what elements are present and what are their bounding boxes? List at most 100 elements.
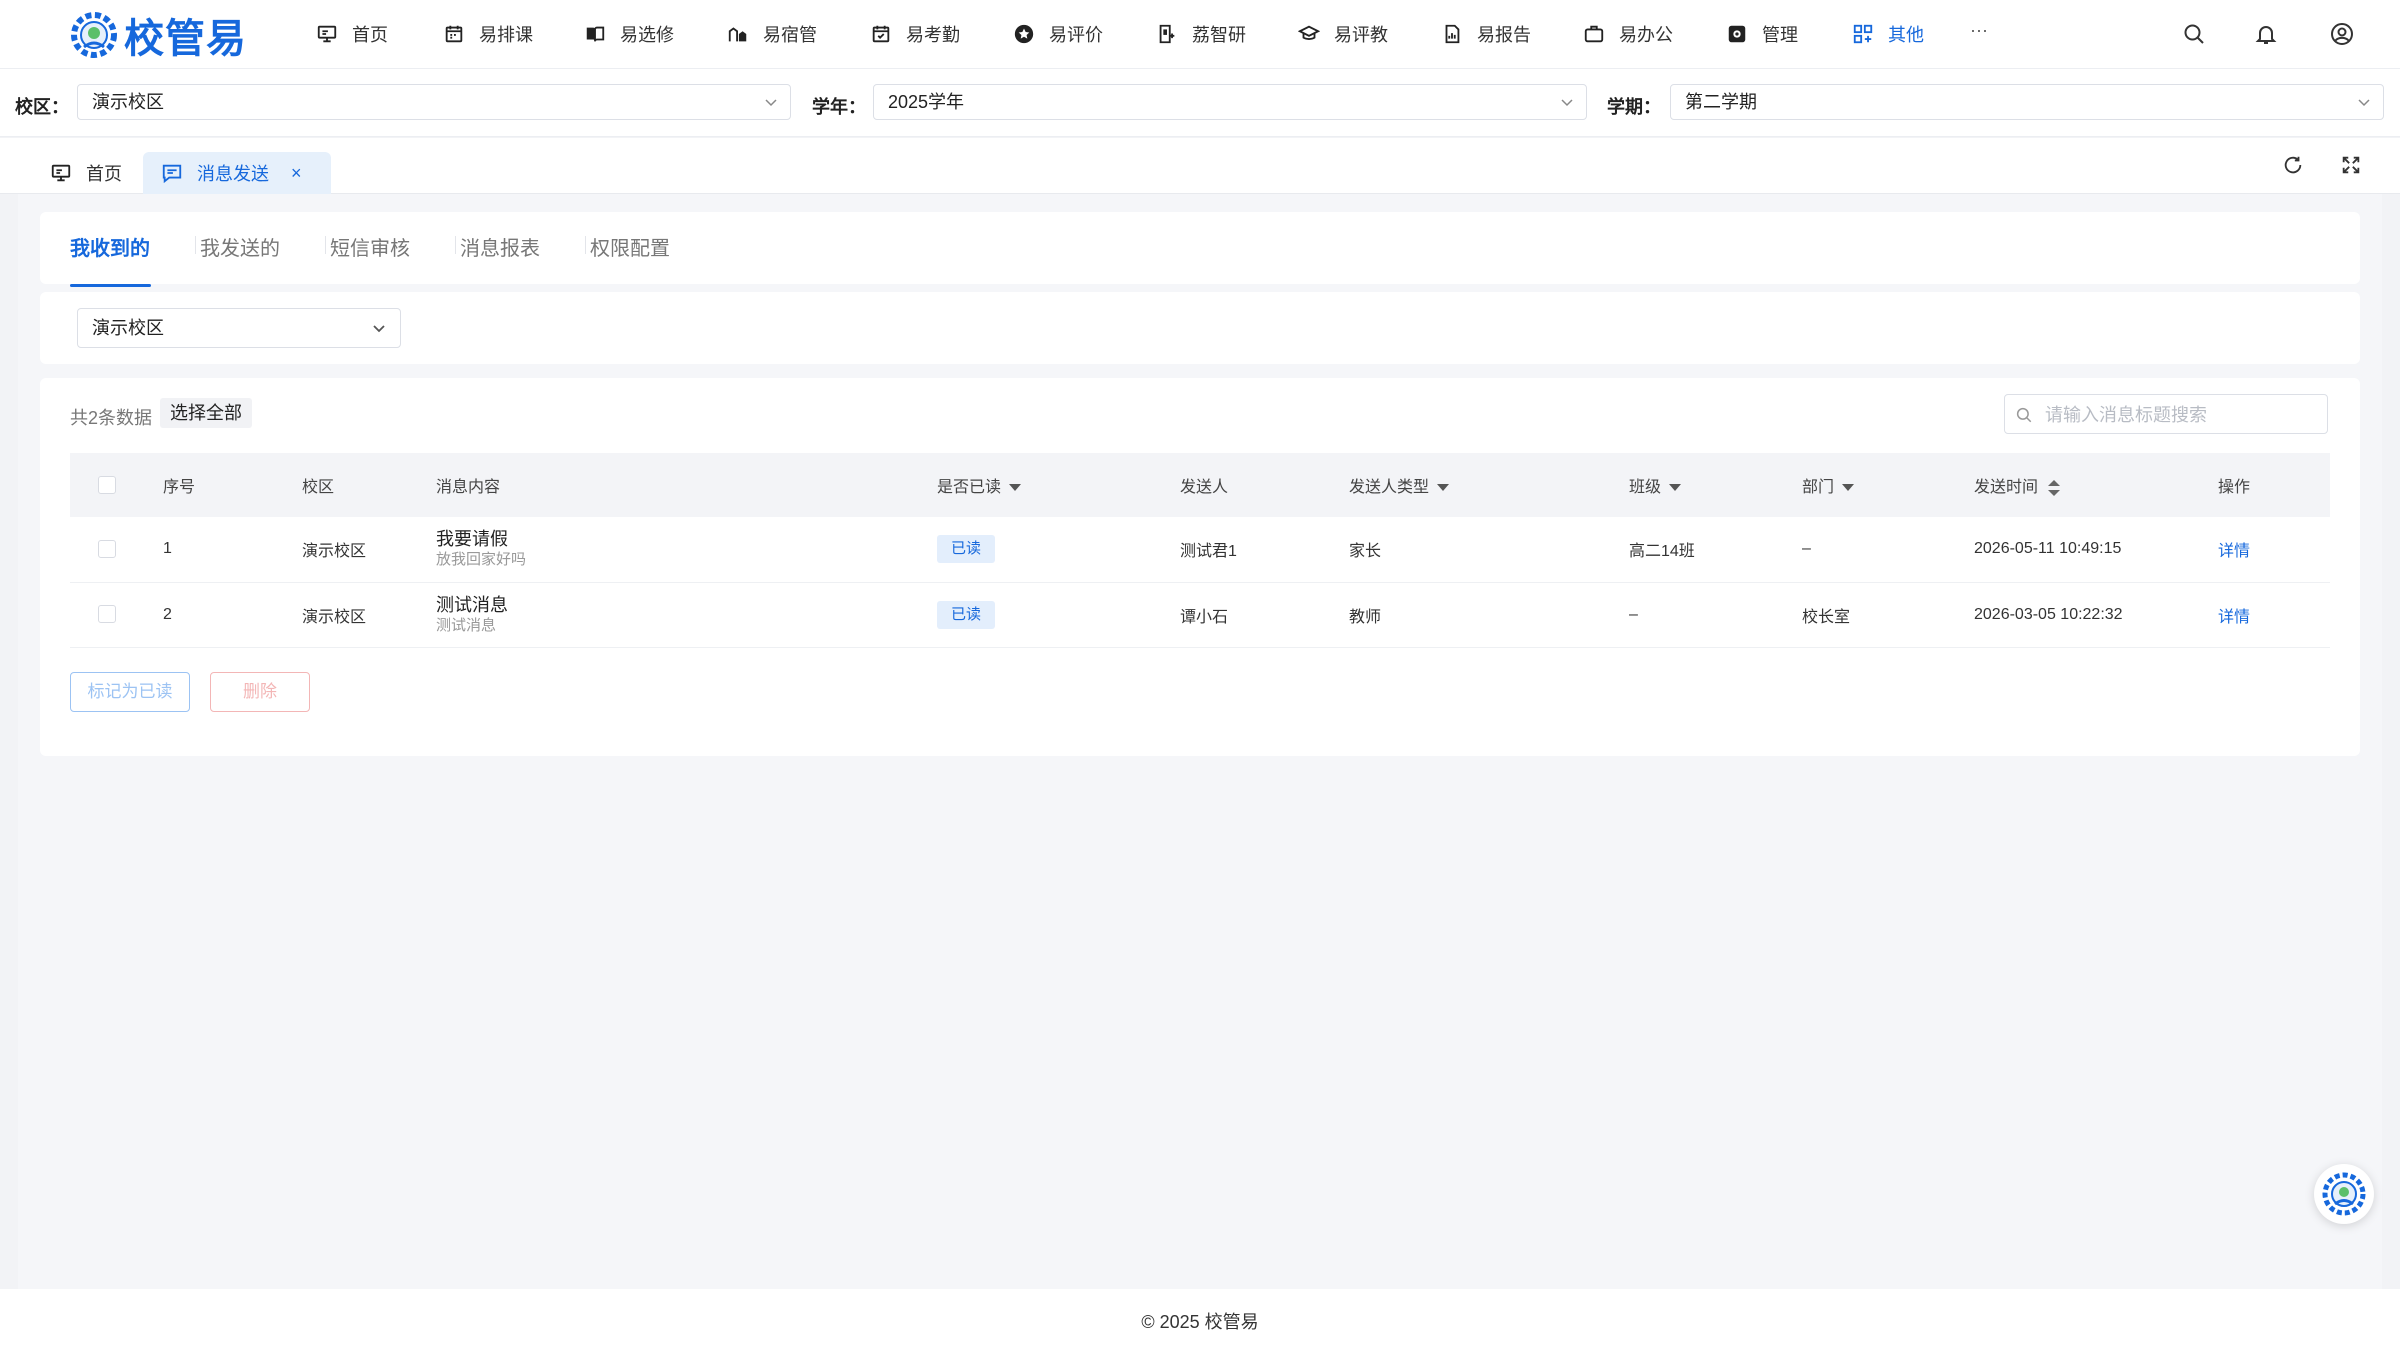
col-read[interactable]: 是否已读 [937,453,1180,517]
tab-sent[interactable]: 我发送的 [200,232,280,261]
nav-scheduling[interactable]: 易排课 [443,14,533,54]
monitor-icon [317,25,337,43]
nav-admin[interactable]: 管理 [1726,14,1798,54]
cell-sender: 谭小石 [1180,608,1229,626]
campus-filter-card: 演示校区 [40,292,2360,364]
nav-dorm[interactable]: 易宿管 [727,14,817,54]
nav-office[interactable]: 易办公 [1583,14,1673,54]
more-menu[interactable]: ··· [1970,20,1988,41]
detail-link[interactable]: 详情 [2218,543,2250,560]
cell-dept: 校长室 [1802,608,1851,626]
nav-electives[interactable]: 易选修 [584,14,674,54]
nav-report[interactable]: 易报告 [1441,14,1531,54]
message-sub-tabs: 我收到的 我发送的 短信审核 消息报表 权限配置 [40,212,2360,287]
header-checkbox[interactable] [98,475,116,494]
nav-other[interactable]: 其他 [1852,14,1924,54]
row-checkbox[interactable] [98,540,116,559]
row-checkbox[interactable] [98,605,116,624]
assistant-float-button[interactable] [2314,1164,2374,1224]
col-dept-label: 部门 [1802,479,1835,496]
tab-message-report[interactable]: 消息报表 [460,232,540,261]
title-search[interactable] [2004,394,2328,434]
tab-divider [585,236,586,254]
nav-research[interactable]: 荔智研 [1156,14,1246,54]
logo[interactable]: 校管易 [68,5,247,65]
nav-label: 管理 [1762,25,1798,45]
dorm-icon [728,27,747,42]
user-account-icon[interactable] [2328,20,2356,48]
nav-label: 易考勤 [906,25,960,45]
bell-icon[interactable] [2252,20,2280,48]
cell-campus: 演示校区 [302,608,367,626]
message-icon [162,164,182,184]
col-dept[interactable]: 部门 [1802,453,1974,517]
year-select-value: 2025学年 [888,92,965,112]
campus-select[interactable]: 演示校区 [77,84,791,120]
briefcase-icon [1584,25,1604,43]
cell-index: 2 [163,605,172,623]
filter-caret-icon[interactable] [1842,484,1855,492]
nav-teaching-eval[interactable]: 易评教 [1298,14,1388,54]
cell-read: 已读 [937,517,1180,582]
campus-filter-select[interactable]: 演示校区 [77,308,401,348]
nav-home[interactable]: 首页 [316,14,388,54]
page-tab-label: 首页 [86,164,122,184]
mark-read-button[interactable]: 标记为已读 [70,672,190,712]
col-class[interactable]: 班级 [1629,453,1802,517]
delete-button[interactable]: 删除 [210,672,310,712]
cell-time: 2026-03-05 10:22:32 [1974,605,2123,623]
table-row: 1 演示校区 我要请假 放我回家好吗 已读 测试君1 家长 高二14班 – 20… [70,517,2330,582]
cell-index: 1 [163,540,172,558]
nav-label: 易评价 [1049,25,1103,45]
search-icon[interactable] [2180,20,2208,48]
page-tab-strip: 首页 消息发送 × [0,138,2400,194]
nav-label: 易评教 [1334,25,1388,45]
page-tab-home[interactable]: 首页 [32,152,140,194]
nav-label: 易选修 [620,25,674,45]
refresh-icon[interactable] [2280,152,2306,178]
campus-filter-value: 演示校区 [92,318,164,338]
sort-icon[interactable] [2048,479,2061,496]
tab-sms-review[interactable]: 短信审核 [330,232,410,261]
col-action: 操作 [2218,479,2251,496]
tab-received[interactable]: 我收到的 [70,232,150,261]
col-campus: 校区 [302,479,335,496]
table-row: 2 演示校区 测试消息 测试消息 已读 谭小石 教师 – 校长室 2026-03… [70,582,2330,647]
filter-bar: 校区： 演示校区 学年： 2025学年 学期： 第二学期 [0,69,2400,137]
fullscreen-icon[interactable] [2338,152,2364,178]
nav-evaluation[interactable]: 易评价 [1013,14,1103,54]
star-icon [1014,24,1034,44]
nav-attendance[interactable]: 易考勤 [870,14,960,54]
nav-label: 易排课 [479,25,533,45]
filter-caret-icon[interactable] [1669,484,1682,492]
filter-caret-icon[interactable] [1437,484,1450,492]
col-read-label: 是否已读 [937,479,1002,496]
term-select[interactable]: 第二学期 [1670,84,2384,120]
page-tab-message-send[interactable]: 消息发送 × [143,152,331,194]
main-content: 我收到的 我发送的 短信审核 消息报表 权限配置 演示校区 共2条数据 选择全部 [18,194,2382,1289]
filter-caret-icon[interactable] [1009,484,1022,492]
grid-plus-icon [1853,24,1873,44]
tab-permissions[interactable]: 权限配置 [590,232,670,261]
col-time[interactable]: 发送时间 [1974,453,2218,517]
close-icon[interactable]: × [291,163,302,184]
col-sender-type-label: 发送人类型 [1349,479,1430,496]
year-select[interactable]: 2025学年 [873,84,1587,120]
cell-class: 高二14班 [1629,543,1695,561]
message-table: 序号 校区 消息内容 是否已读 发送人 发送人类型 班级 部门 发送时间 操作 … [70,453,2330,648]
detail-link[interactable]: 详情 [2218,609,2250,626]
cell-dept: – [1802,540,1811,558]
tab-divider [325,236,326,254]
search-input[interactable] [2045,401,2315,429]
cell-sender-type: 教师 [1349,608,1382,626]
select-all-button[interactable]: 选择全部 [160,398,252,428]
cell-content: 测试消息 测试消息 [436,582,937,647]
message-title: 测试消息 [436,594,508,615]
chevron-down-icon [1561,99,1573,107]
table-header: 序号 校区 消息内容 是否已读 发送人 发送人类型 班级 部门 发送时间 操作 [70,453,2330,517]
book-icon [586,26,605,42]
cell-class: – [1629,605,1638,623]
year-label: 学年： [812,97,866,117]
col-sender-type[interactable]: 发送人类型 [1349,453,1629,517]
message-preview: 放我回家好吗 [436,551,527,569]
